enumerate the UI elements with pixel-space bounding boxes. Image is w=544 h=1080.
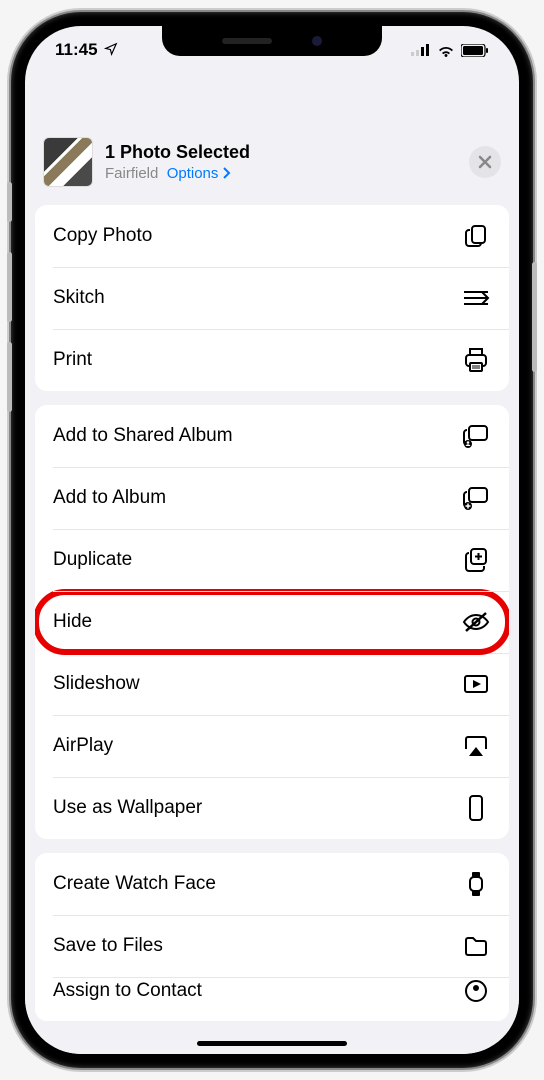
add-album-row[interactable]: Add to Album	[35, 467, 509, 529]
add-shared-album-row[interactable]: Add to Shared Album	[35, 405, 509, 467]
folder-icon	[461, 931, 491, 961]
action-group-2: Add to Shared Album Add to Album Duplica…	[35, 405, 509, 839]
airplay-row[interactable]: AirPlay	[35, 715, 509, 777]
copy-photo-row[interactable]: Copy Photo	[35, 205, 509, 267]
status-right	[411, 44, 489, 57]
slideshow-icon	[461, 669, 491, 699]
location-text: Fairfield	[105, 165, 158, 182]
screen: 11:45	[25, 26, 519, 1054]
sheet-title: 1 Photo Selected	[105, 142, 457, 163]
contact-icon	[461, 976, 491, 1006]
watch-icon	[461, 869, 491, 899]
wallpaper-row[interactable]: Use as Wallpaper	[35, 777, 509, 839]
status-time: 11:45	[55, 40, 118, 60]
chevron-right-icon	[223, 167, 231, 179]
close-button[interactable]	[469, 146, 501, 178]
copy-icon	[461, 221, 491, 251]
add-album-icon	[461, 483, 491, 513]
share-sheet: 1 Photo Selected Fairfield Options Copy …	[25, 121, 519, 1054]
options-link[interactable]: Options	[167, 165, 231, 182]
power-button	[532, 262, 537, 372]
action-group-1: Copy Photo Skitch Print	[35, 205, 509, 391]
print-row[interactable]: Print	[35, 329, 509, 391]
close-icon	[478, 155, 492, 169]
location-arrow-icon	[104, 42, 118, 56]
skitch-row[interactable]: Skitch	[35, 267, 509, 329]
wifi-icon	[437, 44, 455, 57]
duplicate-icon	[461, 545, 491, 575]
watch-face-row[interactable]: Create Watch Face	[35, 853, 509, 915]
hide-icon	[461, 607, 491, 637]
sheet-header: 1 Photo Selected Fairfield Options	[25, 121, 519, 201]
sheet-subtitle: Fairfield Options	[105, 165, 457, 182]
hide-row[interactable]: Hide	[35, 591, 509, 653]
airplay-icon	[461, 731, 491, 761]
shared-album-icon	[461, 421, 491, 451]
cellular-icon	[411, 44, 431, 56]
notch	[162, 26, 382, 56]
save-files-row[interactable]: Save to Files	[35, 915, 509, 977]
action-group-3: Create Watch Face Save to Files Assign t…	[35, 853, 509, 1021]
phone-frame: 11:45	[11, 12, 533, 1068]
home-indicator[interactable]	[197, 1041, 347, 1046]
battery-icon	[461, 44, 489, 57]
volume-up	[7, 252, 12, 322]
photo-thumbnail[interactable]	[43, 137, 93, 187]
skitch-icon	[461, 283, 491, 313]
assign-contact-row[interactable]: Assign to Contact	[35, 977, 509, 1021]
print-icon	[461, 345, 491, 375]
mute-switch	[7, 182, 12, 222]
slideshow-row[interactable]: Slideshow	[35, 653, 509, 715]
volume-down	[7, 342, 12, 412]
duplicate-row[interactable]: Duplicate	[35, 529, 509, 591]
wallpaper-icon	[461, 793, 491, 823]
